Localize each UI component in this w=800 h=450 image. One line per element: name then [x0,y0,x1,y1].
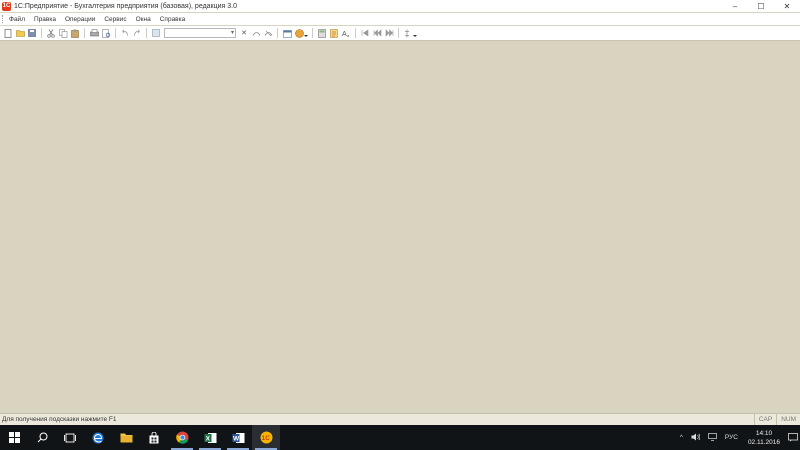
chevron-down-icon[interactable]: ▾ [231,29,234,36]
redo-icon[interactable] [132,28,142,38]
chrome-icon[interactable] [168,425,196,450]
taskbar: X W 1С ^ РУС 14:10 02.11.2016 [0,425,800,450]
calculator-icon[interactable] [317,28,327,38]
new-document-icon[interactable] [3,28,13,38]
menu-edit[interactable]: Правка [34,16,56,23]
chevron-up-icon[interactable]: ^ [680,434,683,441]
main-workspace[interactable] [0,42,800,412]
num-lock-indicator: NUM [776,413,800,426]
copy-icon[interactable] [58,28,68,38]
toolbar-separator [41,28,42,38]
minimize-button[interactable]: – [722,0,748,12]
find-prev-icon[interactable] [263,28,273,38]
search-icon[interactable] [28,425,56,450]
undo-icon[interactable] [120,28,130,38]
report-icon[interactable] [329,28,339,38]
paste-icon[interactable] [70,28,80,38]
toolbar-separator [115,28,116,38]
file-explorer-icon[interactable] [112,425,140,450]
status-hint: Для получения подсказки нажмите F1 [2,416,117,423]
network-icon[interactable] [708,432,717,443]
notification-icon[interactable] [786,425,800,450]
system-tray: ^ РУС 14:10 02.11.2016 [676,425,800,450]
search-combo[interactable]: ▾ [164,28,236,38]
toolbar-separator [355,28,356,38]
clock[interactable]: 14:10 02.11.2016 [748,429,780,447]
language-indicator[interactable]: РУС [725,434,738,441]
font-size-icon[interactable]: Aa [341,28,351,38]
print-preview-icon[interactable] [101,28,111,38]
print-icon[interactable] [89,28,99,38]
windows-start-icon[interactable] [0,425,28,450]
status-bar: Для получения подсказки нажмите F1 CAP N… [0,413,800,426]
clear-icon[interactable]: ✕ [239,28,249,38]
help-icon[interactable] [294,28,308,38]
maximize-button[interactable]: ☐ [748,0,774,12]
open-folder-icon[interactable] [15,28,25,38]
caps-lock-indicator: CAP [753,413,776,426]
menu-file[interactable]: Файл [9,16,25,23]
prev-record-icon[interactable] [372,28,382,38]
save-icon[interactable] [27,28,37,38]
toolbar-separator [146,28,147,38]
excel-icon[interactable]: X [196,425,224,450]
clock-date: 02.11.2016 [747,438,780,446]
menu-service[interactable]: Сервис [104,16,126,23]
window-title: 1С:Предприятие - Бухгалтерия предприятия… [14,2,237,10]
toolbar-separator [277,28,278,38]
svg-text:W: W [233,435,240,442]
word-icon[interactable]: W [224,425,252,450]
first-record-icon[interactable] [360,28,370,38]
store-icon[interactable] [140,425,168,450]
calendar-icon[interactable] [282,28,292,38]
1c-logo-icon: 1С [2,1,11,11]
menu-windows[interactable]: Окна [136,16,151,23]
1c-app-icon[interactable]: 1С [252,425,280,450]
customize-toolbar-icon[interactable] [403,28,417,38]
toolbar: ▾ ✕ Aa [0,26,800,41]
cut-icon[interactable] [46,28,56,38]
svg-text:a: a [347,33,350,38]
svg-text:X: X [205,435,210,442]
close-button[interactable]: ✕ [774,0,800,12]
toolbar-separator [84,28,85,38]
find-icon[interactable] [151,28,161,38]
window-controls: – ☐ ✕ [722,0,800,12]
menu-bar: Файл Правка Операции Сервис Окна Справка [0,13,800,25]
volume-icon[interactable] [691,433,701,443]
next-record-icon[interactable] [384,28,394,38]
clock-time: 14:10 [755,429,773,437]
svg-text:1С: 1С [261,435,270,442]
edge-icon[interactable] [84,425,112,450]
find-next-icon[interactable] [251,28,261,38]
menu-help[interactable]: Справка [160,16,186,23]
title-bar: 1С 1С:Предприятие - Бухгалтерия предприя… [0,0,800,12]
task-view-icon[interactable] [56,425,84,450]
menu-grip[interactable] [2,15,5,23]
menu-operations[interactable]: Операции [65,16,95,23]
toolbar-separator [398,28,399,38]
toolbar-separator [312,28,313,38]
